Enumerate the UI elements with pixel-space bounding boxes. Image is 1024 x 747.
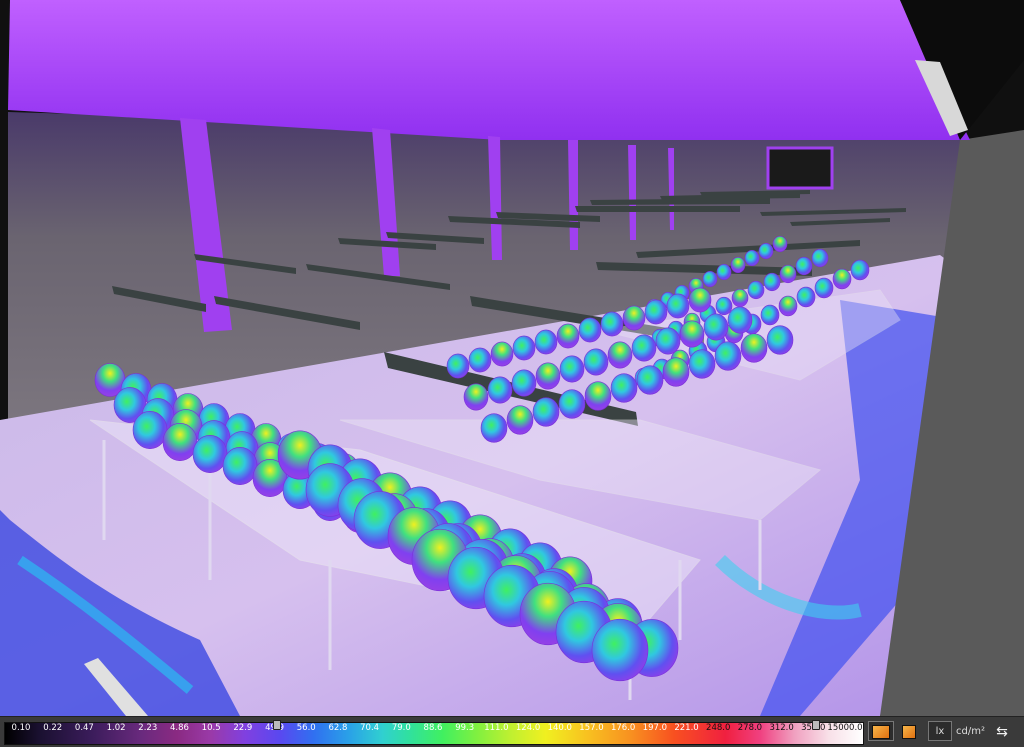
plant [715, 296, 733, 316]
color-palette-button[interactable] [868, 721, 894, 741]
scale-tick-label: 197.0 [642, 723, 668, 733]
plant [747, 280, 765, 300]
plant [622, 305, 646, 331]
plant [740, 333, 768, 363]
scale-tick-label: 22.9 [233, 723, 253, 733]
plant [578, 317, 602, 343]
lux-label: lx [935, 726, 945, 737]
scale-tick-label: 0.47 [74, 723, 94, 733]
scale-tick-label: 124.0 [515, 723, 541, 733]
scale-tick-label: 111.0 [484, 723, 509, 733]
gradient-toggle-button[interactable] [898, 721, 920, 741]
scale-tick-label: 70.4 [360, 723, 380, 733]
scale-tick-label: 15000.0 [827, 723, 863, 733]
plant [636, 365, 664, 395]
scale-tick-label: 248.0 [706, 723, 731, 733]
plant [463, 383, 489, 411]
plant [132, 410, 168, 449]
plant [532, 397, 560, 427]
plant [222, 446, 258, 485]
scale-tick-label: 312.0 [769, 723, 794, 733]
plant [192, 434, 228, 473]
scale-tick-label: 221.0 [674, 723, 699, 733]
plant [600, 311, 624, 337]
plant [778, 295, 798, 317]
plant [716, 263, 732, 280]
plant [607, 341, 633, 369]
plant [535, 362, 561, 390]
plant [688, 349, 716, 379]
plant [610, 373, 638, 403]
min-range-slider[interactable] [273, 720, 281, 730]
plant [703, 313, 729, 341]
scale-tick-label: 79.0 [391, 723, 411, 733]
plant [730, 256, 746, 273]
illuminance-legend: 0.100.220.471.022.234.8610.522.949.956.0… [0, 716, 1024, 747]
plant [558, 389, 586, 419]
plant [796, 286, 816, 308]
scale-tick-label: 56.0 [296, 723, 316, 733]
plant [512, 335, 536, 361]
plant [744, 250, 760, 267]
plant [714, 341, 742, 371]
scale-tick-label: 176.0 [610, 723, 636, 733]
plant [679, 320, 705, 348]
plant [662, 357, 690, 387]
plant [162, 422, 198, 461]
plant [534, 329, 558, 355]
plant [814, 277, 834, 299]
back-window [766, 146, 834, 190]
plant [727, 306, 753, 334]
palette-icon [872, 725, 890, 739]
3d-viewport[interactable] [0, 0, 1024, 716]
scale-tick-label: 62.8 [328, 723, 348, 733]
plant [666, 293, 690, 319]
gradient-icon [902, 725, 916, 739]
plant [556, 323, 580, 349]
scale-tick-label: 4.86 [169, 723, 189, 733]
swap-view-button[interactable]: ⇆ [990, 721, 1014, 741]
plant [644, 299, 668, 325]
plant [591, 618, 649, 682]
plant [779, 264, 797, 284]
swap-arrows-icon: ⇆ [996, 724, 1008, 740]
plant [584, 381, 612, 411]
scale-tick-label: 2.23 [138, 723, 158, 733]
plant [731, 288, 749, 308]
scale-tick-label: 0.22 [43, 723, 63, 733]
plant [772, 236, 788, 253]
plant [583, 348, 609, 376]
plant [850, 259, 870, 281]
plant [559, 355, 585, 383]
plant [763, 272, 781, 292]
plant [688, 287, 712, 313]
scale-tick-label: 278.0 [737, 723, 763, 733]
plant [480, 413, 508, 443]
scale-tick-label: 88.6 [423, 723, 443, 733]
plant [832, 268, 852, 290]
plant [446, 353, 470, 379]
plant [811, 248, 829, 268]
scale-tick-label: 10.5 [201, 723, 221, 733]
plant [760, 304, 780, 326]
max-range-slider[interactable] [812, 720, 820, 730]
plant [511, 369, 537, 397]
scale-tick-label: 1.02 [106, 723, 126, 733]
scale-tick-label: 0.10 [11, 723, 31, 733]
plant [490, 341, 514, 367]
plant [758, 243, 774, 260]
plant [487, 376, 513, 404]
plant [631, 334, 657, 362]
lux-unit-button[interactable]: lx [928, 721, 952, 741]
luminance-unit-label[interactable]: cd/m² [956, 726, 985, 737]
plant [702, 270, 718, 287]
plant [766, 325, 794, 355]
plant [655, 327, 681, 355]
scale-tick-label: 99.3 [455, 723, 475, 733]
plant [468, 347, 492, 373]
scale-tick-label: 140.0 [547, 723, 572, 733]
plant [795, 256, 813, 276]
plant [506, 405, 534, 435]
scale-tick-label: 157.0 [579, 723, 604, 733]
